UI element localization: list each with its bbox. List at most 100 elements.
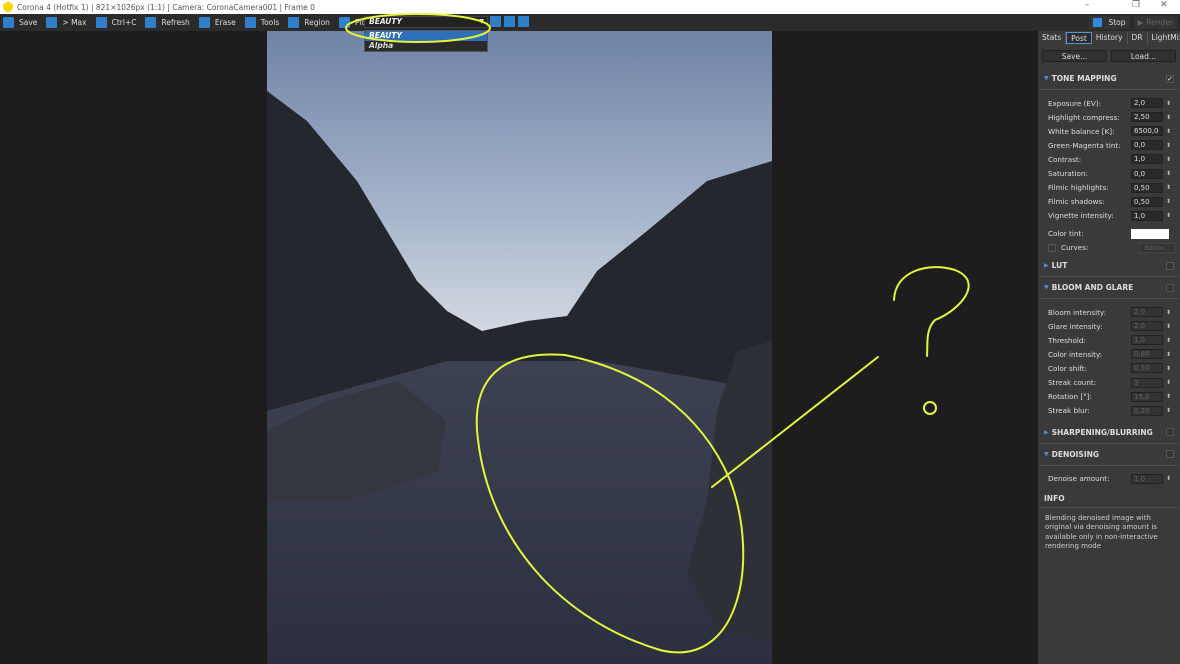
param-input[interactable]: 2,0 — [1131, 98, 1163, 109]
param-label: White balance [K]: — [1048, 126, 1115, 136]
param-input[interactable]: 0,80 — [1131, 349, 1163, 360]
param-input[interactable]: 0,0 — [1131, 140, 1163, 151]
section-sharpening[interactable]: ▶ SHARPENING/BLURRING — [1040, 422, 1178, 444]
zoom-out-icon[interactable] — [504, 16, 515, 27]
spinner-icon[interactable]: ⬍ — [1166, 379, 1171, 386]
minimize-button[interactable]: – — [1085, 0, 1090, 10]
pass-option-beauty[interactable]: BEAUTY — [365, 31, 487, 41]
render-pass-select[interactable]: BEAUTY ▼ — [364, 16, 488, 28]
param-input[interactable]: 0,50 — [1131, 363, 1163, 374]
post-save-button[interactable]: Save... — [1042, 50, 1107, 62]
pass-option-alpha[interactable]: Alpha — [365, 41, 487, 51]
spinner-icon[interactable]: ⬍ — [1166, 365, 1171, 372]
bloom-checkbox[interactable] — [1166, 283, 1174, 292]
param-label: Filmic shadows: — [1048, 197, 1105, 207]
color-tint-row: Color tint: — [1038, 227, 1180, 241]
param-input[interactable]: 0,20 — [1131, 405, 1163, 416]
post-panel: Stop ▶ Render Stats Post History DR Light… — [1038, 14, 1180, 664]
copy-button[interactable]: Ctrl+C — [93, 17, 137, 28]
param-input[interactable]: 1,0 — [1131, 335, 1163, 346]
spinner-icon[interactable]: ⬍ — [1166, 337, 1171, 344]
tab-stats[interactable]: Stats — [1038, 32, 1067, 44]
spinner-icon[interactable]: ⬍ — [1166, 128, 1171, 135]
param-input[interactable]: 2,50 — [1131, 112, 1163, 123]
spinner-icon[interactable]: ⬍ — [1166, 393, 1171, 400]
render-button[interactable]: ▶ Render — [1133, 16, 1177, 29]
section-title: SHARPENING/BLURRING — [1051, 427, 1153, 437]
close-button[interactable]: ✕ — [1160, 0, 1168, 10]
collapsed-icon: ▶ — [1044, 428, 1049, 436]
param-input[interactable]: 0,0 — [1131, 168, 1163, 179]
curves-editor-button[interactable]: Editor... — [1139, 242, 1175, 253]
section-lut[interactable]: ▶ LUT — [1040, 255, 1178, 278]
param-label: Highlight compress: — [1048, 112, 1120, 122]
param-input[interactable]: 2,0 — [1131, 321, 1163, 332]
tab-lightmix[interactable]: LightMix — [1148, 32, 1180, 44]
spinner-icon[interactable]: ⬍ — [1166, 114, 1171, 121]
section-bloom-glare[interactable]: ▼ BLOOM AND GLARE — [1040, 277, 1178, 300]
zoom-in-icon[interactable] — [518, 16, 529, 27]
render-viewport[interactable] — [0, 31, 1038, 664]
tools-button[interactable]: Tools — [242, 17, 279, 28]
expanded-icon: ▼ — [1044, 284, 1049, 292]
param-row: Denoise amount: 1,0 ⬍ — [1038, 472, 1180, 486]
maximize-button[interactable]: ❐ — [1132, 0, 1140, 10]
section-tone-mapping[interactable]: ▼ TONE MAPPING ✓ — [1040, 68, 1178, 90]
param-input[interactable]: 0,50 — [1131, 182, 1163, 193]
param-input[interactable]: 3 — [1131, 377, 1163, 388]
param-input[interactable]: 1,0 — [1131, 210, 1163, 221]
param-row: Highlight compress: 2,50 ⬍ — [1038, 110, 1180, 124]
tab-post[interactable]: Post — [1066, 32, 1092, 44]
window-title: Corona 4 (Hotfix 1) | 821×1026px (1:1) |… — [17, 2, 315, 12]
save-icon — [3, 17, 14, 28]
denoising-checkbox[interactable] — [1166, 450, 1174, 459]
copy-label: Ctrl+C — [111, 18, 137, 27]
spinner-icon[interactable]: ⬍ — [1166, 309, 1171, 316]
param-input[interactable]: 0,50 — [1131, 196, 1163, 207]
lut-checkbox[interactable] — [1166, 261, 1174, 270]
send-to-max-button[interactable]: > Max — [43, 17, 87, 28]
param-row: Color intensity: 0,80 ⬍ — [1038, 347, 1180, 361]
collapsed-icon: ▶ — [1044, 262, 1049, 270]
spinner-icon[interactable]: ⬍ — [1166, 407, 1171, 414]
refresh-button[interactable]: Refresh — [142, 17, 190, 28]
zoom-fit-icon[interactable] — [490, 16, 501, 27]
erase-button[interactable]: Erase — [196, 17, 236, 28]
spinner-icon[interactable]: ⬍ — [1166, 351, 1171, 358]
spinner-icon[interactable]: ⬍ — [1166, 170, 1171, 177]
post-load-button[interactable]: Load... — [1111, 50, 1176, 62]
param-label: Saturation: — [1048, 169, 1088, 179]
tab-dr[interactable]: DR — [1128, 32, 1148, 44]
spinner-icon[interactable]: ⬍ — [1166, 156, 1171, 163]
stop-button[interactable]: Stop — [1089, 16, 1130, 29]
curves-checkbox[interactable] — [1048, 243, 1056, 252]
tab-history[interactable]: History — [1092, 32, 1128, 44]
section-title: BLOOM AND GLARE — [1051, 283, 1134, 293]
param-input[interactable]: 1,0 — [1131, 473, 1163, 484]
spinner-icon[interactable]: ⬍ — [1166, 475, 1171, 482]
param-row: Bloom intensity: 2,0 ⬍ — [1038, 305, 1180, 319]
param-label: Color intensity: — [1048, 349, 1103, 359]
param-input[interactable]: 1,0 — [1131, 154, 1163, 165]
param-label: Green-Magenta tint: — [1048, 140, 1121, 150]
param-input[interactable]: 15,0 — [1131, 391, 1163, 402]
spinner-icon[interactable]: ⬍ — [1166, 184, 1171, 191]
region-button[interactable]: Region — [285, 17, 330, 28]
hand-icon — [338, 17, 350, 28]
spinner-icon[interactable]: ⬍ — [1166, 100, 1171, 107]
save-button[interactable]: Save — [0, 17, 37, 28]
sharpening-checkbox[interactable] — [1166, 428, 1174, 437]
param-input[interactable]: 6500,0 — [1131, 126, 1163, 137]
spinner-icon[interactable]: ⬍ — [1166, 198, 1171, 205]
tone-mapping-checkbox[interactable]: ✓ — [1166, 74, 1174, 83]
param-row: Saturation: 0,0 ⬍ — [1038, 166, 1180, 180]
spinner-icon[interactable]: ⬍ — [1166, 142, 1171, 149]
pass-selected: BEAUTY — [369, 17, 402, 26]
param-input[interactable]: 2,0 — [1131, 307, 1163, 318]
spinner-icon[interactable]: ⬍ — [1166, 212, 1171, 219]
spinner-icon[interactable]: ⬍ — [1166, 323, 1171, 330]
max-icon — [46, 17, 58, 28]
section-denoising[interactable]: ▼ DENOISING — [1040, 444, 1178, 466]
color-tint-swatch[interactable] — [1131, 228, 1169, 239]
play-icon: ▶ — [1137, 18, 1144, 27]
